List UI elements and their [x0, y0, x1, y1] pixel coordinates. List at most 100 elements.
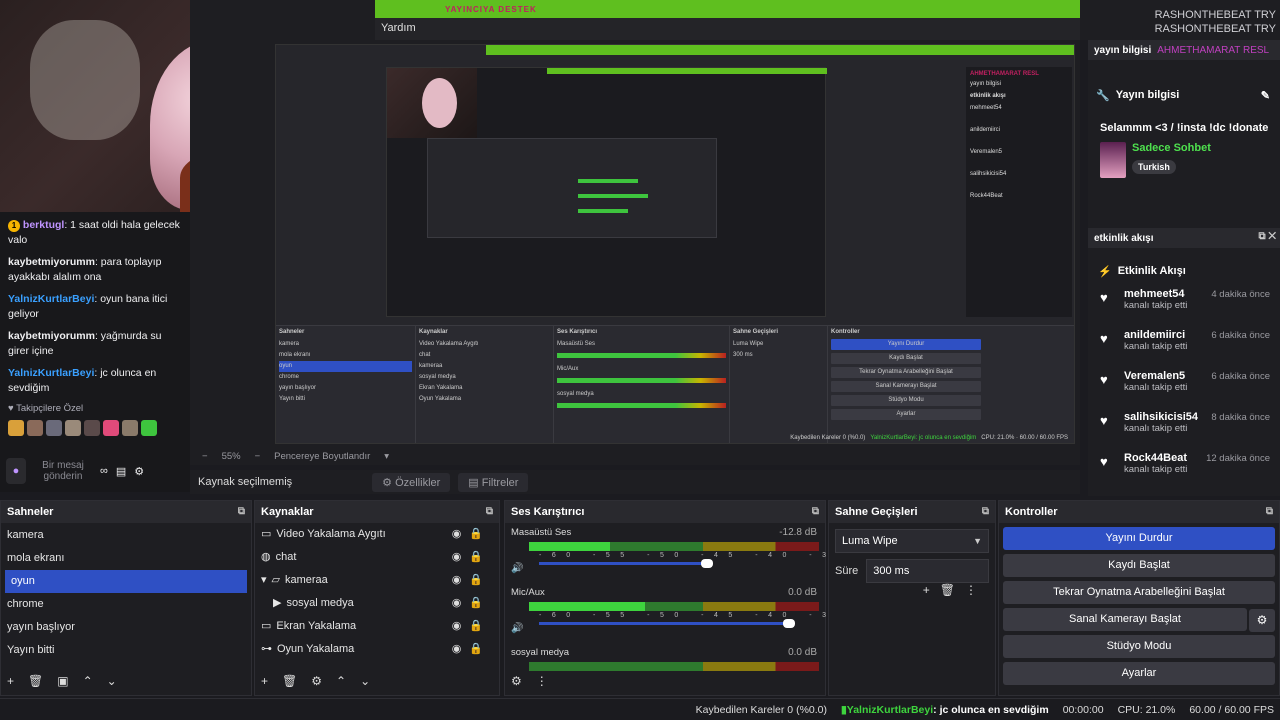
visibility-lock-icon[interactable]: ◉🔒	[452, 638, 491, 661]
scene-item[interactable]: chrome	[1, 593, 251, 616]
scale-minus-icon[interactable]: −	[202, 451, 208, 462]
chat-username[interactable]: berktugl	[23, 219, 64, 231]
activity-event[interactable]: ♥ Rock44Beat kanalı takip etti 12 dakika…	[1088, 448, 1280, 489]
volume-slider[interactable]	[539, 559, 713, 568]
sources-toolbar: + 🗑 ⚙ ⌃ ⌄	[255, 671, 370, 691]
duration-input[interactable]: 300 ms	[866, 559, 989, 583]
activity-event[interactable]: ♥ Veremalen5 kanalı takip etti 6 dakika …	[1088, 366, 1280, 407]
chat-input[interactable]: Bir mesaj gönderin	[34, 460, 92, 482]
chat-username[interactable]: kaybetmiyorumm	[8, 330, 95, 342]
nested-scene-row: oyun	[279, 361, 412, 372]
emote-icon[interactable]	[46, 420, 62, 436]
dock-float-icon[interactable]: ⧉	[982, 506, 989, 517]
down-icon[interactable]: ⌄	[360, 674, 370, 688]
source-item[interactable]: ▶ sosyal medya ◉🔒	[255, 592, 499, 615]
stop-streaming-button[interactable]: Yayını Durdur	[1003, 527, 1275, 550]
nested-ticker: AHMETHAMARAT RESL	[970, 71, 1039, 77]
start-replay-buffer-button[interactable]: Tekrar Oynatma Arabelleğini Başlat	[1003, 581, 1275, 604]
chevron-down-icon[interactable]: ▾	[384, 451, 389, 462]
source-item[interactable]: ▭ Video Yakalama Aygıtı ◉🔒	[255, 523, 499, 546]
scene-item[interactable]: yayın başlıyor	[1, 616, 251, 639]
mic-icon[interactable]: ●	[6, 458, 26, 484]
emote-icon[interactable]	[8, 420, 24, 436]
dock-float-icon[interactable]: ⧉	[238, 506, 245, 517]
zoom-level[interactable]: 55%	[222, 451, 241, 462]
chat-username[interactable]: YalnizKurtlarBeyi	[8, 293, 94, 305]
program-preview[interactable]: YAYINCIYA DESTEK Yardım AHMETHAMARAT RES…	[190, 0, 1080, 465]
cpu-usage: CPU: 21.0%	[1117, 703, 1176, 716]
link-icon[interactable]: ∞	[100, 465, 108, 477]
nested-scene-row: kamera	[279, 341, 300, 347]
transition-select[interactable]: Luma Wipe ▼	[835, 529, 989, 553]
visibility-lock-icon[interactable]: ◉🔒	[452, 569, 491, 592]
add-icon[interactable]: +	[261, 674, 268, 688]
settings-gear-icon[interactable]: ⚙	[134, 465, 144, 478]
scene-item[interactable]: kamera	[1, 524, 251, 547]
emote-icon[interactable]	[122, 420, 138, 436]
dock-float-icon[interactable]: ⧉	[486, 506, 493, 517]
emote-icon[interactable]	[103, 420, 119, 436]
settings-button[interactable]: Ayarlar	[1003, 662, 1275, 685]
filter-icon[interactable]: ▣	[57, 674, 68, 688]
activity-event[interactable]: ♥ salihsikicisi54 kanalı takip etti 8 da…	[1088, 407, 1280, 448]
visibility-lock-icon[interactable]: ◉🔒	[452, 546, 491, 569]
resize-mode[interactable]: Pencereye Boyutlandır	[274, 451, 370, 462]
trash-icon[interactable]: 🗑	[282, 674, 297, 688]
slider-knob[interactable]	[783, 619, 795, 628]
add-icon[interactable]: +	[7, 674, 14, 688]
visibility-lock-icon[interactable]: ◉🔒	[452, 592, 491, 615]
emote-icon[interactable]	[141, 420, 157, 436]
emote-icon[interactable]	[84, 420, 100, 436]
activity-event[interactable]: ♥ mehmeet54 kanalı takip etti 4 dakika ö…	[1088, 284, 1280, 325]
settings-gear-icon[interactable]: ⚙	[311, 674, 322, 688]
scenes-header: Sahneler ⧉	[1, 501, 251, 523]
language-tag[interactable]: Turkish	[1132, 160, 1176, 174]
dock-float-icon[interactable]: ⧉	[812, 506, 819, 517]
activity-header: ⚡ Etkinlik Akışı	[1088, 258, 1280, 284]
speaker-icon[interactable]: 🔊	[511, 563, 523, 574]
volume-slider[interactable]	[539, 619, 795, 628]
source-item[interactable]: ◍ chat ◉🔒	[255, 546, 499, 569]
pencil-icon[interactable]: ✎	[1261, 89, 1270, 102]
scene-item-selected[interactable]: oyun	[5, 570, 247, 593]
emote-icon[interactable]	[65, 420, 81, 436]
chat-username[interactable]: YalnizKurtlarBeyi	[8, 367, 94, 379]
start-virtual-camera-button[interactable]: Sanal Kamerayı Başlat	[1003, 608, 1247, 631]
properties-button[interactable]: ⚙ Özellikler	[372, 472, 451, 492]
dock-controls-icon[interactable]: ⧉ ✕	[1258, 231, 1276, 242]
mixer-settings-icon[interactable]: ⚙	[511, 674, 522, 688]
add-icon[interactable]: +	[923, 583, 940, 597]
chevron-down-icon[interactable]: ▾	[261, 569, 267, 592]
more-options-icon[interactable]: ⋮	[965, 583, 987, 597]
up-icon[interactable]: ⌃	[336, 674, 346, 688]
dock-float-icon[interactable]: ⧉	[1266, 506, 1273, 517]
filters-button[interactable]: ▤ Filtreler	[458, 472, 529, 492]
menu-help[interactable]: Yardım	[375, 18, 1080, 40]
down-icon[interactable]: ⌄	[107, 674, 117, 688]
slider-knob[interactable]	[701, 559, 713, 568]
activity-event[interactable]: ♥ anildemiirci kanalı takip etti 6 dakik…	[1088, 325, 1280, 366]
scene-item[interactable]: mola ekranı	[1, 547, 251, 570]
more-options-icon[interactable]: ⋮	[536, 674, 548, 688]
category-name[interactable]: Sadece Sohbet	[1132, 142, 1211, 154]
trash-icon[interactable]: 🗑	[28, 674, 43, 688]
visibility-lock-icon[interactable]: ◉🔒	[452, 615, 491, 638]
stream-info-tab[interactable]: yayın bilgisi AHMETHAMARAT RESL	[1088, 40, 1280, 60]
emote-icon[interactable]	[27, 420, 43, 436]
visibility-lock-icon[interactable]: ◉🔒	[452, 523, 491, 546]
virtual-camera-settings-icon[interactable]: ⚙	[1249, 609, 1275, 632]
chat-username[interactable]: kaybetmiyorumm	[8, 256, 95, 268]
up-icon[interactable]: ⌃	[83, 674, 93, 688]
studio-mode-button[interactable]: Stüdyo Modu	[1003, 635, 1275, 658]
trash-icon[interactable]: 🗑	[940, 583, 965, 597]
scene-item[interactable]: Yayın bitti	[1, 639, 251, 662]
start-recording-button[interactable]: Kaydı Başlat	[1003, 554, 1275, 577]
scale-plus-icon[interactable]: −	[255, 451, 261, 462]
source-item[interactable]: ▭ Ekran Yakalama ◉🔒	[255, 615, 499, 638]
source-item[interactable]: ▾ ▱ kameraa ◉🔒	[255, 569, 499, 592]
speaker-icon[interactable]: 🔊	[511, 623, 523, 634]
source-item[interactable]: ⊶ Oyun Yakalama ◉🔒	[255, 638, 499, 661]
store-icon[interactable]: ▤	[116, 465, 126, 478]
activity-feed-tab[interactable]: etkinlik akışı ⧉ ✕	[1088, 228, 1280, 248]
meter-fill	[529, 602, 645, 611]
